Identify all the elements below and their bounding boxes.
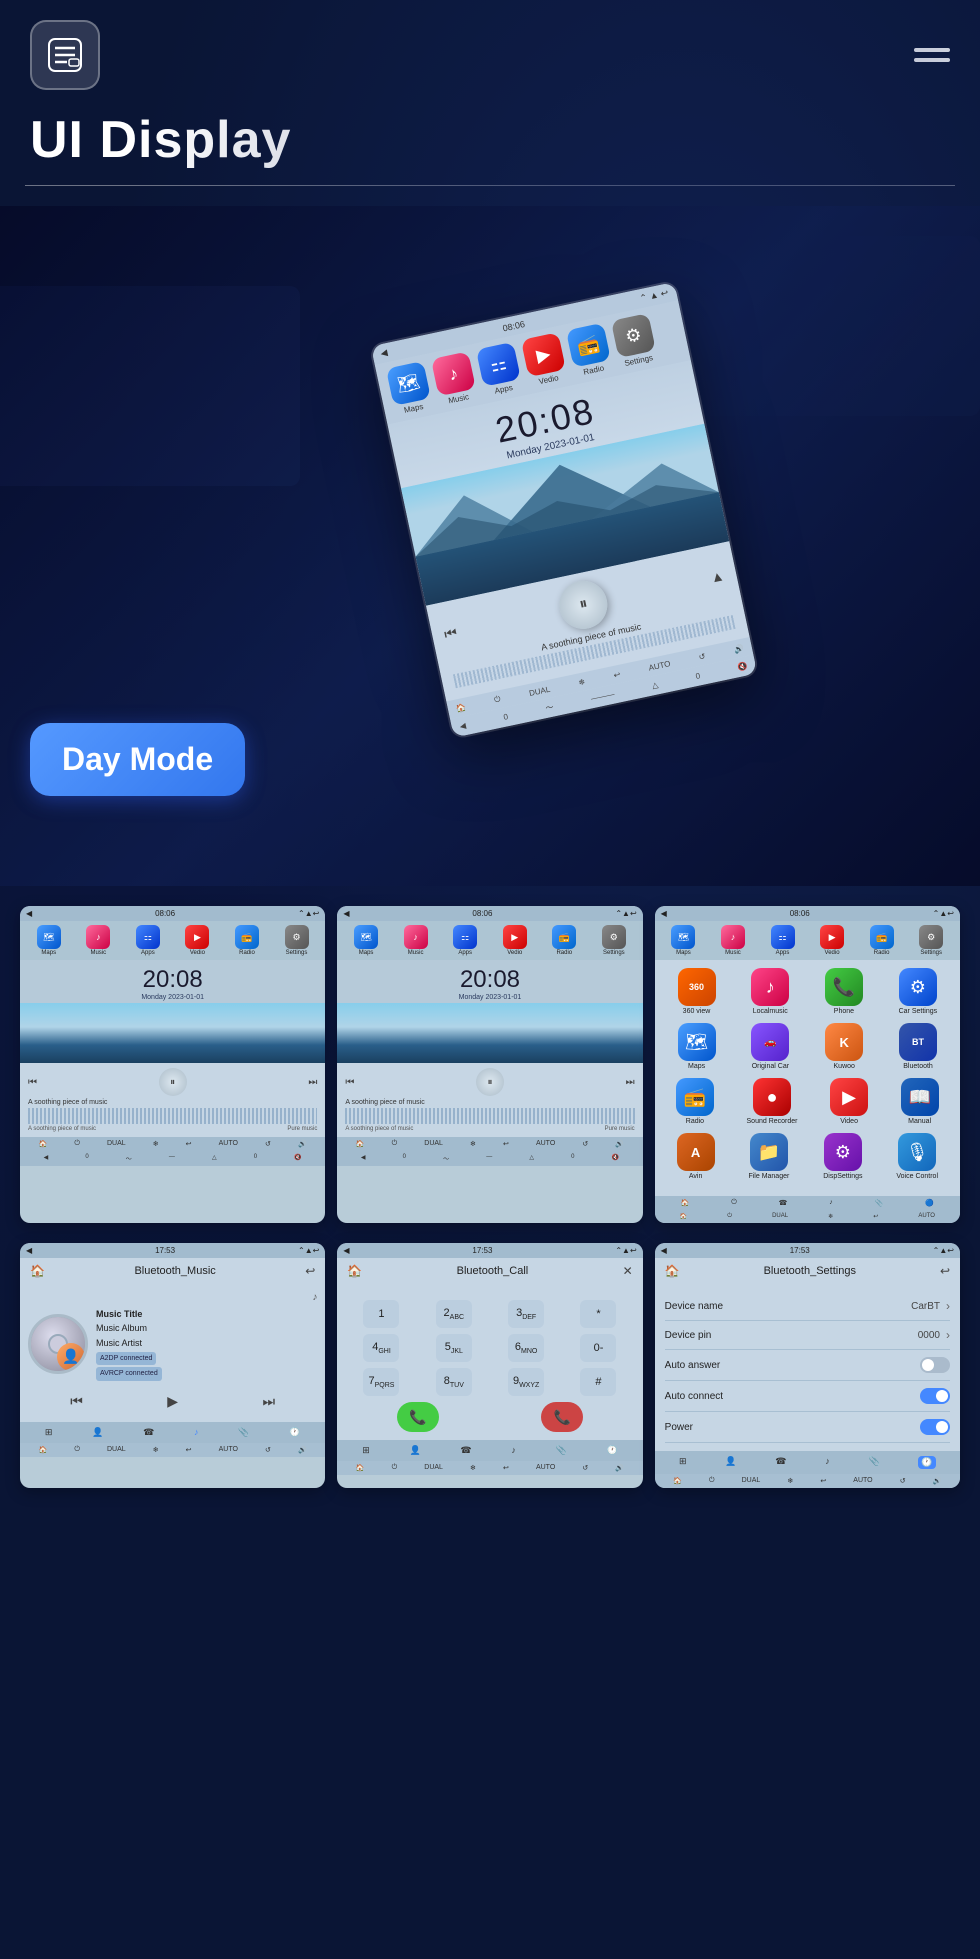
hamburger-line-1 [914, 48, 950, 52]
bt-settings-home-icon[interactable]: 🏠 [665, 1264, 680, 1278]
bt-power-row: Power [665, 1412, 950, 1443]
row1-grid: ◀ 08:06 ⌃▲↩ 🗺Maps ♪Music ⚏Apps ▶Vedio 📻R… [0, 886, 980, 1243]
bt-settings-title: Bluetooth_Settings [686, 1265, 934, 1277]
call-hangup-btn[interactable]: 📞 [541, 1402, 583, 1432]
app-carsettings[interactable]: ⚙ Car Settings [899, 968, 938, 1015]
bt-music-info: Music Title Music Album Music Artist A2D… [96, 1307, 162, 1381]
bt-device-pin-row: Device pin 0000 › [665, 1321, 950, 1350]
app-voicecontrol[interactable]: 🎙 Voice Control [896, 1133, 938, 1180]
bt-album-art: 👤 [28, 1314, 88, 1374]
app-360view[interactable]: 360 360 view [678, 968, 716, 1015]
keypad-6[interactable]: 6MNO [508, 1334, 544, 1362]
app-kuwoo[interactable]: K Kuwoo [825, 1023, 863, 1070]
screenshot-bt-music: ◀ 17:53 ⌃▲↩ 🏠 Bluetooth_Music ↩ ♪ [20, 1243, 325, 1488]
keypad-hash[interactable]: # [580, 1368, 616, 1396]
bt-next-btn[interactable]: ⏭ [262, 1393, 275, 1410]
logo-icon[interactable] [30, 20, 100, 90]
keypad-0dash[interactable]: 0- [580, 1334, 616, 1362]
screenshot-app-grid: ◀ 08:06 ⌃▲↩ 🗺Maps ♪Music ⚏Apps ▶Vedio 📻R… [655, 906, 960, 1223]
screenshot-bt-call: ◀ 17:53 ⌃▲↩ 🏠 Bluetooth_Call ✕ 1 2ABC 3D… [337, 1243, 642, 1488]
bt-auto-connect-row: Auto connect [665, 1381, 950, 1412]
bt-settings-content: Device name CarBT › Device pin 0000 › Au… [655, 1284, 960, 1451]
bt-settings-back-icon[interactable]: ↩ [940, 1264, 950, 1278]
app-originalcar[interactable]: 🚗 Original Car [751, 1023, 789, 1070]
day-mode-label: Day Mode [30, 723, 245, 796]
bt-music-back-icon[interactable]: ↩ [305, 1264, 315, 1278]
app-localmusic[interactable]: ♪ Localmusic [751, 968, 789, 1015]
hamburger-menu[interactable] [914, 48, 950, 62]
bt-call-title: Bluetooth_Call [368, 1265, 616, 1277]
device-name-chevron[interactable]: › [946, 1299, 950, 1313]
hamburger-line-2 [914, 58, 950, 62]
keypad-7[interactable]: 7PQRS [363, 1368, 399, 1396]
app-filemanager[interactable]: 📁 File Manager [748, 1133, 789, 1180]
bt-call-home-icon[interactable]: 🏠 [347, 1264, 362, 1278]
device-pin-chevron[interactable]: › [946, 1328, 950, 1342]
bt-music-bottom-phone-icon[interactable]: ☎ [143, 1427, 154, 1438]
keypad-3[interactable]: 3DEF [508, 1300, 544, 1328]
bt-music-controls: ⏮ ▶ ⏭ [28, 1389, 317, 1414]
bt-auto-answer-row: Auto answer [665, 1350, 950, 1381]
power-toggle[interactable] [920, 1419, 950, 1435]
auto-connect-toggle[interactable] [920, 1388, 950, 1404]
app-dispsettings[interactable]: ⚙ DispSettings [823, 1133, 862, 1180]
bt-music-bottom-user-icon[interactable]: 👤 [92, 1427, 103, 1438]
day-mode-badge: Day Mode [30, 723, 245, 796]
keypad-5[interactable]: 5JKL [436, 1334, 472, 1362]
bt-music-home-icon[interactable]: 🏠 [30, 1264, 45, 1278]
app-maps[interactable]: 🗺 Maps [678, 1023, 716, 1070]
bt-music-bottom-grid-icon[interactable]: ⊞ [45, 1427, 53, 1438]
screenshot-home-2: ◀ 08:06 ⌃▲↩ 🗺Maps ♪Music ⚏Apps ▶Vedio 📻R… [337, 906, 642, 1223]
app-avin[interactable]: A Avin [677, 1133, 715, 1180]
app-manual[interactable]: 📖 Manual [901, 1078, 939, 1125]
call-answer-btn[interactable]: 📞 [397, 1402, 439, 1432]
row2-grid: ◀ 17:53 ⌃▲↩ 🏠 Bluetooth_Music ↩ ♪ [0, 1243, 980, 1508]
bt-music-content: ♪ 👤 Music Title Music Album Music Artist [20, 1284, 325, 1422]
title-divider [25, 185, 955, 186]
keypad-8[interactable]: 8TUV [436, 1368, 472, 1396]
bt-play-btn[interactable]: ▶ [167, 1393, 178, 1410]
call-buttons: 📞 📞 [345, 1402, 634, 1432]
hero-section: ◀ 08:06 ⌃ ▲ ↩ 🗺 Maps ♪ Music ⚏ [0, 206, 980, 886]
app-soundrecorder[interactable]: ● Sound Recorder [747, 1078, 798, 1125]
bt-keypad: 1 2ABC 3DEF * 4GHI 5JKL 6MNO 0- 7PQRS 8T… [337, 1284, 642, 1440]
auto-answer-toggle[interactable] [920, 1357, 950, 1373]
app-phone[interactable]: 📞 Phone [825, 968, 863, 1015]
screenshot-bt-settings: ◀ 17:53 ⌃▲↩ 🏠 Bluetooth_Settings ↩ Devic… [655, 1243, 960, 1488]
bt-prev-btn[interactable]: ⏮ [70, 1393, 83, 1410]
bt-music-bottom-clip-icon[interactable]: 📎 [238, 1427, 249, 1438]
app-radio[interactable]: 📻 Radio [676, 1078, 714, 1125]
page-title: UI Display [0, 100, 980, 185]
keypad-4[interactable]: 4GHI [363, 1334, 399, 1362]
app-video[interactable]: ▶ Video [830, 1078, 868, 1125]
header [0, 0, 980, 100]
keypad-2[interactable]: 2ABC [436, 1300, 472, 1328]
bt-music-bottom-note-icon[interactable]: ♪ [194, 1427, 199, 1438]
keypad-star[interactable]: * [580, 1300, 616, 1328]
app-bluetooth[interactable]: BT Bluetooth [899, 1023, 937, 1070]
bt-music-title: Bluetooth_Music [51, 1265, 299, 1277]
bt-device-name-row: Device name CarBT › [665, 1292, 950, 1321]
bt-music-bottom-clock-icon[interactable]: 🕐 [289, 1427, 300, 1438]
screenshot-home-1: ◀ 08:06 ⌃▲↩ 🗺Maps ♪Music ⚏Apps ▶Vedio 📻R… [20, 906, 325, 1223]
keypad-9[interactable]: 9WXYZ [508, 1368, 544, 1396]
keypad-1[interactable]: 1 [363, 1300, 399, 1328]
app-grid: 360 360 view ♪ Localmusic 📞 Phone ⚙ Car … [655, 960, 960, 1196]
bt-call-close-icon[interactable]: ✕ [623, 1264, 633, 1278]
